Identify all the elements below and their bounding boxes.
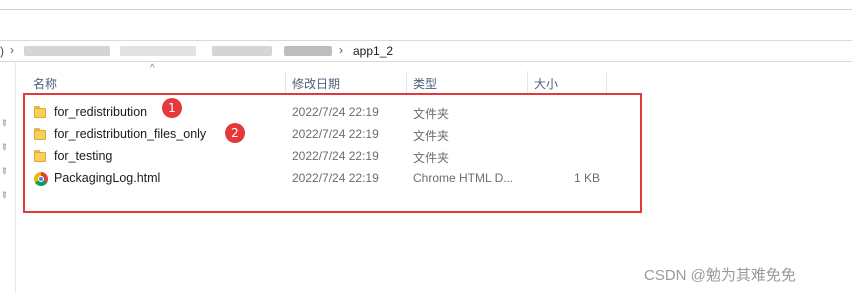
ribbon-area <box>0 0 852 9</box>
breadcrumb-chevron-icon[interactable]: › <box>339 43 343 57</box>
redacted-breadcrumb <box>212 46 272 56</box>
redacted-breadcrumb <box>284 46 332 56</box>
watermark: CSDN @勉为其难免免 <box>644 267 796 284</box>
redacted-breadcrumb <box>120 46 196 56</box>
column-divider[interactable] <box>285 71 286 93</box>
breadcrumb-chevron-icon[interactable]: › <box>10 43 14 57</box>
redacted-breadcrumb <box>24 46 110 56</box>
pin-icon[interactable]: ✎ <box>0 165 10 178</box>
address-bar[interactable]: ) › › app1_2 <box>0 40 852 62</box>
pin-icon[interactable]: ✎ <box>0 141 10 154</box>
annotation-highlight-box <box>23 93 642 213</box>
column-header-name[interactable]: 名称 <box>33 75 57 93</box>
annotation-badge: 2 <box>225 123 245 143</box>
sort-ascending-icon: ^ <box>150 63 155 74</box>
pin-icon[interactable]: ✎ <box>0 189 10 202</box>
column-header-date[interactable]: 修改日期 <box>292 75 340 93</box>
ribbon-divider <box>0 9 852 10</box>
pin-icon[interactable]: ✎ <box>0 117 10 130</box>
annotation-badge: 1 <box>162 98 182 118</box>
breadcrumb-current[interactable]: app1_2 <box>353 44 393 58</box>
column-divider[interactable] <box>606 71 607 93</box>
column-divider[interactable] <box>406 71 407 93</box>
column-divider[interactable] <box>527 71 528 93</box>
address-edge-glyph: ) <box>0 44 4 58</box>
column-header-size[interactable]: 大小 <box>534 75 558 93</box>
column-header-type[interactable]: 类型 <box>413 75 437 93</box>
